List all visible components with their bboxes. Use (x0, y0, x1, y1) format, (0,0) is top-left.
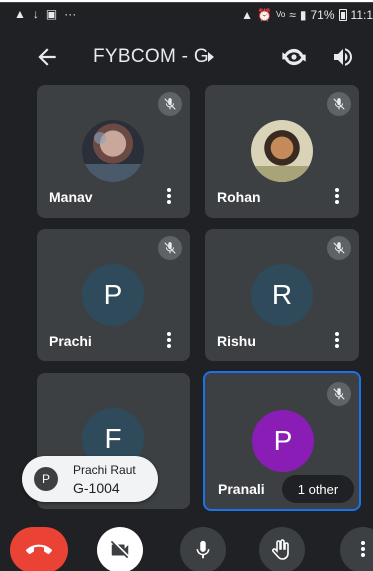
avatar (82, 120, 144, 182)
presenter-toast[interactable]: P Prachi Raut G-1004 (22, 456, 158, 502)
participant-name: Rishu (217, 333, 256, 349)
clock: 11:1 (350, 8, 373, 22)
camera-toggle-button[interactable] (97, 527, 143, 571)
camera-off-icon (110, 540, 129, 559)
more-vert-icon[interactable] (330, 332, 344, 350)
battery-percent: 71% (310, 8, 335, 22)
wifi-icon: ≈ (289, 8, 296, 22)
avatar (251, 120, 313, 182)
mic-off-icon (327, 236, 351, 260)
avatar: P (82, 264, 144, 326)
end-call-button[interactable] (10, 527, 68, 571)
end-call-icon (26, 544, 52, 555)
top-divider (0, 0, 373, 3)
speaker-icon[interactable] (331, 45, 355, 69)
more-vert-icon[interactable] (330, 188, 344, 206)
status-bar: ▲ ↓ ▣ ··· ▲ ⏰ Vo ≈ ▮ 71% 11:1 (0, 4, 373, 26)
alarm-icon: ⏰ (257, 8, 272, 22)
call-controls (0, 520, 373, 571)
microphone-button[interactable] (180, 527, 226, 571)
avatar: P (252, 410, 314, 472)
call-header: FYBCOM - G (0, 38, 373, 78)
participant-name: Prachi (49, 333, 92, 349)
presenter-room: G-1004 (73, 480, 120, 496)
mic-off-icon (158, 92, 182, 116)
participant-tile-rohan[interactable]: Rohan (205, 85, 359, 218)
presenter-name: Prachi Raut (73, 463, 136, 477)
wifi-hotspot-icon: ▲ (241, 8, 253, 22)
more-options-button[interactable] (340, 527, 373, 571)
mic-off-icon (327, 382, 351, 406)
participant-tile-rishu[interactable]: R Rishu (205, 229, 359, 361)
meeting-title[interactable]: FYBCOM - G (93, 46, 209, 68)
download-icon: ↓ (32, 7, 39, 21)
switch-camera-icon[interactable] (280, 43, 308, 71)
participant-name: Pranali (218, 481, 265, 497)
participant-tile-prachi[interactable]: P Prachi (37, 229, 190, 361)
avatar: P (34, 467, 58, 491)
battery-icon (338, 9, 347, 21)
title-chevron-right-icon[interactable] (208, 52, 214, 62)
signal-icon: ▮ (299, 8, 307, 22)
participant-name: Rohan (217, 189, 261, 205)
more-notifications-icon: ··· (64, 7, 77, 21)
participant-name: Manav (49, 189, 93, 205)
back-arrow-icon[interactable] (34, 44, 60, 70)
others-badge[interactable]: 1 other (282, 475, 354, 503)
hand-icon (272, 539, 289, 560)
usb-icon: ▲ (14, 7, 26, 21)
mic-off-icon (327, 92, 351, 116)
volte-icon: Vo (275, 10, 286, 19)
mic-icon (196, 540, 210, 559)
gallery-icon: ▣ (45, 7, 58, 21)
avatar: R (251, 264, 313, 326)
meet-call-screen: ▲ ↓ ▣ ··· ▲ ⏰ Vo ≈ ▮ 71% 11:1 FYBCOM - G (0, 0, 373, 571)
participant-tile-manav[interactable]: Manav (37, 85, 190, 218)
mic-off-icon (158, 236, 182, 260)
more-vert-icon[interactable] (162, 332, 176, 350)
raise-hand-button[interactable] (259, 527, 305, 571)
more-vert-icon[interactable] (162, 188, 176, 206)
more-vert-icon (361, 541, 365, 559)
